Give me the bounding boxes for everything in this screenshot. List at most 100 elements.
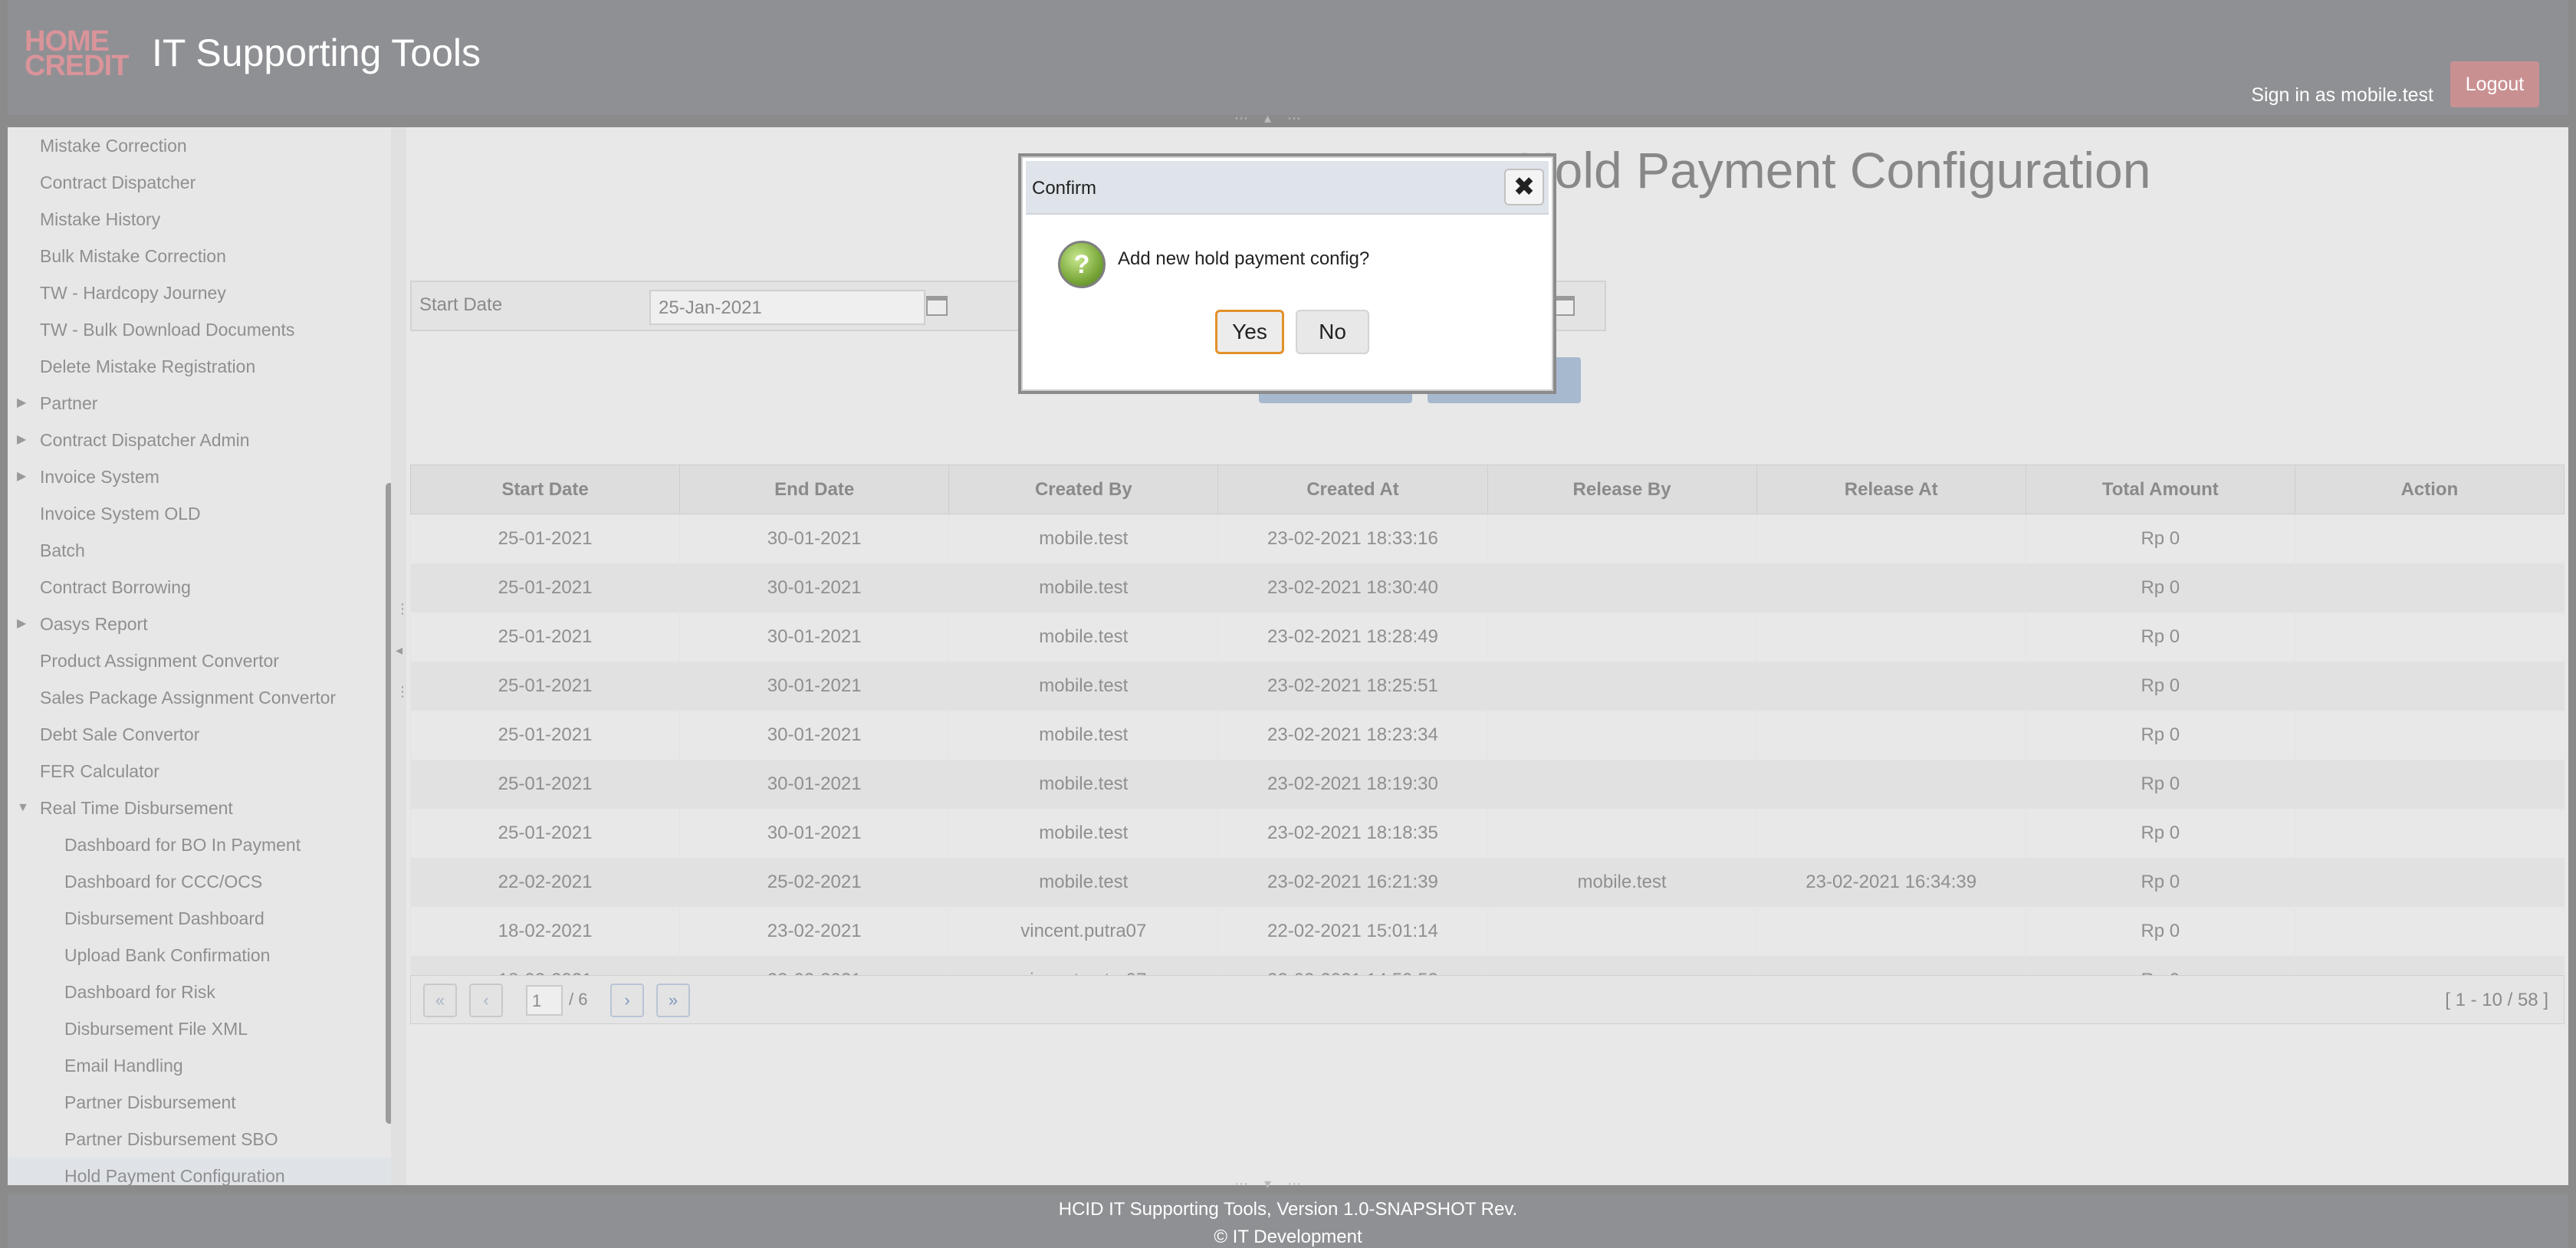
sidebar-item-label: Mistake History [40,209,161,229]
sidebar-item-label: TW - Hardcopy Journey [40,283,226,303]
sidebar-item-invoice-system-old[interactable]: Invoice System OLD [8,495,391,532]
sidebar-item-label: Invoice System OLD [40,504,201,524]
app-title: IT Supporting Tools [152,31,481,74]
table-row[interactable]: 22-02-2021 25-02-2021 mobile.test 23-02-202… [409,857,2564,907]
sidebar-item-partner[interactable]: ▶ Partner [8,385,391,422]
sidebar-item-contract-borrowing[interactable]: Contract Borrowing [8,569,391,606]
yes-button[interactable]: Yes [1215,310,1284,354]
sidebar-item-disbursement-file-xml[interactable]: Disbursement File XML [8,1010,391,1047]
sidebar-item-label: Contract Borrowing [40,577,191,597]
sidebar-item-dashboard-bo-in-payment[interactable]: Dashboard for BO In Payment [8,826,391,863]
sidebar-item-label: Batch [40,540,85,560]
caret-right-icon: ▶ [17,396,27,409]
collapse-left-icon[interactable]: ◂ [396,642,402,658]
table-cell: Rp 0 [2025,906,2295,956]
table-row[interactable]: 25-01-2021 30-01-2021 mobile.test 23-02-202… [409,710,2564,760]
table-cell: 25-01-2021 [409,661,680,711]
table-cell: mobile.test [948,857,1218,907]
logo-line-2: CREDIT [25,50,129,82]
next-page-icon[interactable]: › [610,984,644,1017]
sidebar-item-product-assignment-convertor[interactable]: Product Assignment Convertor [8,642,391,679]
sidebar-item-tw-hardcopy-journey[interactable]: TW - Hardcopy Journey [8,274,391,311]
table-cell: 23-02-2021 [679,906,949,956]
sidebar-item-tw-bulk-download[interactable]: TW - Bulk Download Documents [8,311,391,348]
column-header-release-by[interactable]: Release By [1487,465,1757,514]
layout-splitter[interactable]: ⋮ ◂ ⋮ [391,127,409,1185]
prev-page-icon[interactable]: ‹ [469,984,503,1017]
column-header-created-by[interactable]: Created By [948,465,1219,514]
sidebar-item-mistake-correction[interactable]: Mistake Correction [8,127,391,164]
table-row[interactable]: 25-01-2021 30-01-2021 mobile.test 23-02-202… [409,661,2564,711]
table-cell [2294,857,2564,907]
sidebar-item-label: Debt Sale Convertor [40,724,200,744]
table-cell: 25-01-2021 [409,710,680,760]
start-date-input[interactable]: 25-Jan-2021 [649,290,925,325]
resize-grip-top-icon[interactable]: ⋯ ▴ ⋯ [1234,110,1307,126]
sidebar-item-label: Partner Disbursement [64,1092,236,1112]
app-footer: HCID IT Supporting Tools, Version 1.0-SN… [8,1194,2568,1248]
sidebar-item-label: Mistake Correction [40,136,187,156]
table-cell [2294,563,2564,613]
table-row[interactable]: 25-01-2021 30-01-2021 mobile.test 23-02-202… [409,612,2564,662]
table-cell: 18-02-2021 [409,906,680,956]
sidebar-item-disbursement-dashboard[interactable]: Disbursement Dashboard [8,900,391,937]
table-cell: 23-02-2021 18:28:49 [1217,612,1487,662]
table-cell [1756,808,2026,858]
table-cell [1487,759,1757,809]
no-button[interactable]: No [1296,310,1369,354]
sidebar-item-hold-payment-configuration[interactable]: Hold Payment Configuration [8,1158,391,1185]
column-header-total-amount[interactable]: Total Amount [2025,465,2295,514]
sidebar-item-invoice-system[interactable]: ▶ Invoice System [8,458,391,495]
table-row[interactable]: 25-01-2021 30-01-2021 mobile.test 23-02-202… [409,759,2564,809]
calendar-icon[interactable] [926,296,948,316]
sidebar-item-debt-sale-convertor[interactable]: Debt Sale Convertor [8,716,391,753]
sidebar-item-delete-mistake-registration[interactable]: Delete Mistake Registration [8,348,391,385]
table-row[interactable]: 18-02-202123-02-2021vincent.putra0722-02… [409,906,2564,956]
table-cell: 22-02-2021 15:01:14 [1217,906,1487,956]
column-header-release-at[interactable]: Release At [1756,465,2026,514]
table-cell: Rp 0 [2025,514,2295,563]
footer-version: HCID IT Supporting Tools, Version 1.0-SN… [1058,1199,1518,1220]
table-cell: Rp 0 [2025,857,2295,907]
sidebar-item-sales-package-assignment-convertor[interactable]: Sales Package Assignment Convertor [8,679,391,716]
calendar-icon[interactable] [1553,296,1575,316]
column-header-end-date[interactable]: End Date [679,465,950,514]
page-number-input[interactable]: 1 [526,985,563,1016]
sidebar-item-dashboard-for-risk[interactable]: Dashboard for Risk [8,974,391,1010]
sidebar-item-label: Disbursement Dashboard [64,908,264,928]
table-row[interactable]: 25-01-2021 30-01-2021 mobile.test 23-02-202… [409,563,2564,613]
sidebar-item-oasys-report[interactable]: ▶ Oasys Report [8,606,391,642]
dialog-titlebar[interactable]: Confirm ✖ [1026,161,1549,215]
sidebar-item-contract-dispatcher-admin[interactable]: ▶ Contract Dispatcher Admin [8,422,391,458]
table-cell: 22-02-2021 [409,857,680,907]
column-header-created-at[interactable]: Created At [1217,465,1488,514]
table-cell [1487,710,1757,760]
paginator: « ‹ 1 / 6 › » [ 1 - 10 / 58 ] [410,975,2564,1024]
logout-button[interactable]: Logout [2450,61,2539,107]
sidebar-item-bulk-mistake-correction[interactable]: Bulk Mistake Correction [8,238,391,274]
table-cell [1487,612,1757,662]
sidebar-item-contract-dispatcher[interactable]: Contract Dispatcher [8,164,391,201]
sidebar-item-mistake-history[interactable]: Mistake History [8,201,391,238]
table-cell [2294,612,2564,662]
sidebar-item-upload-bank-confirmation[interactable]: Upload Bank Confirmation [8,937,391,974]
first-page-icon[interactable]: « [423,984,457,1017]
caret-right-icon: ▶ [17,470,27,483]
table-cell: 23-02-2021 16:21:39 [1217,857,1487,907]
sidebar-item-partner-disbursement-sbo[interactable]: Partner Disbursement SBO [8,1121,391,1158]
resize-grip-bottom-icon[interactable]: ⋯ ▾ ⋯ [1234,1176,1307,1192]
column-header-start-date[interactable]: Start Date [409,465,681,514]
table-row[interactable]: 25-01-2021 30-01-2021 mobile.test 23-02-202… [409,808,2564,858]
table-row[interactable]: 25-01-2021 30-01-2021 mobile.test 23-02-202… [409,514,2564,563]
sidebar-item-dashboard-ccc-ocs[interactable]: Dashboard for CCC/OCS [8,863,391,900]
sidebar-scrollbar[interactable] [386,483,391,1124]
sidebar-item-label: TW - Bulk Download Documents [40,320,295,340]
sidebar-item-email-handling[interactable]: Email Handling [8,1047,391,1084]
sidebar-item-real-time-disbursement[interactable]: ▼ Real Time Disbursement [8,790,391,826]
sidebar-item-batch[interactable]: Batch [8,532,391,569]
table-cell: vincent.putra07 [948,906,1218,956]
close-icon[interactable]: ✖ [1504,169,1544,205]
sidebar-item-partner-disbursement[interactable]: Partner Disbursement [8,1084,391,1121]
last-page-icon[interactable]: » [656,984,690,1017]
sidebar-item-fer-calculator[interactable]: FER Calculator [8,753,391,790]
